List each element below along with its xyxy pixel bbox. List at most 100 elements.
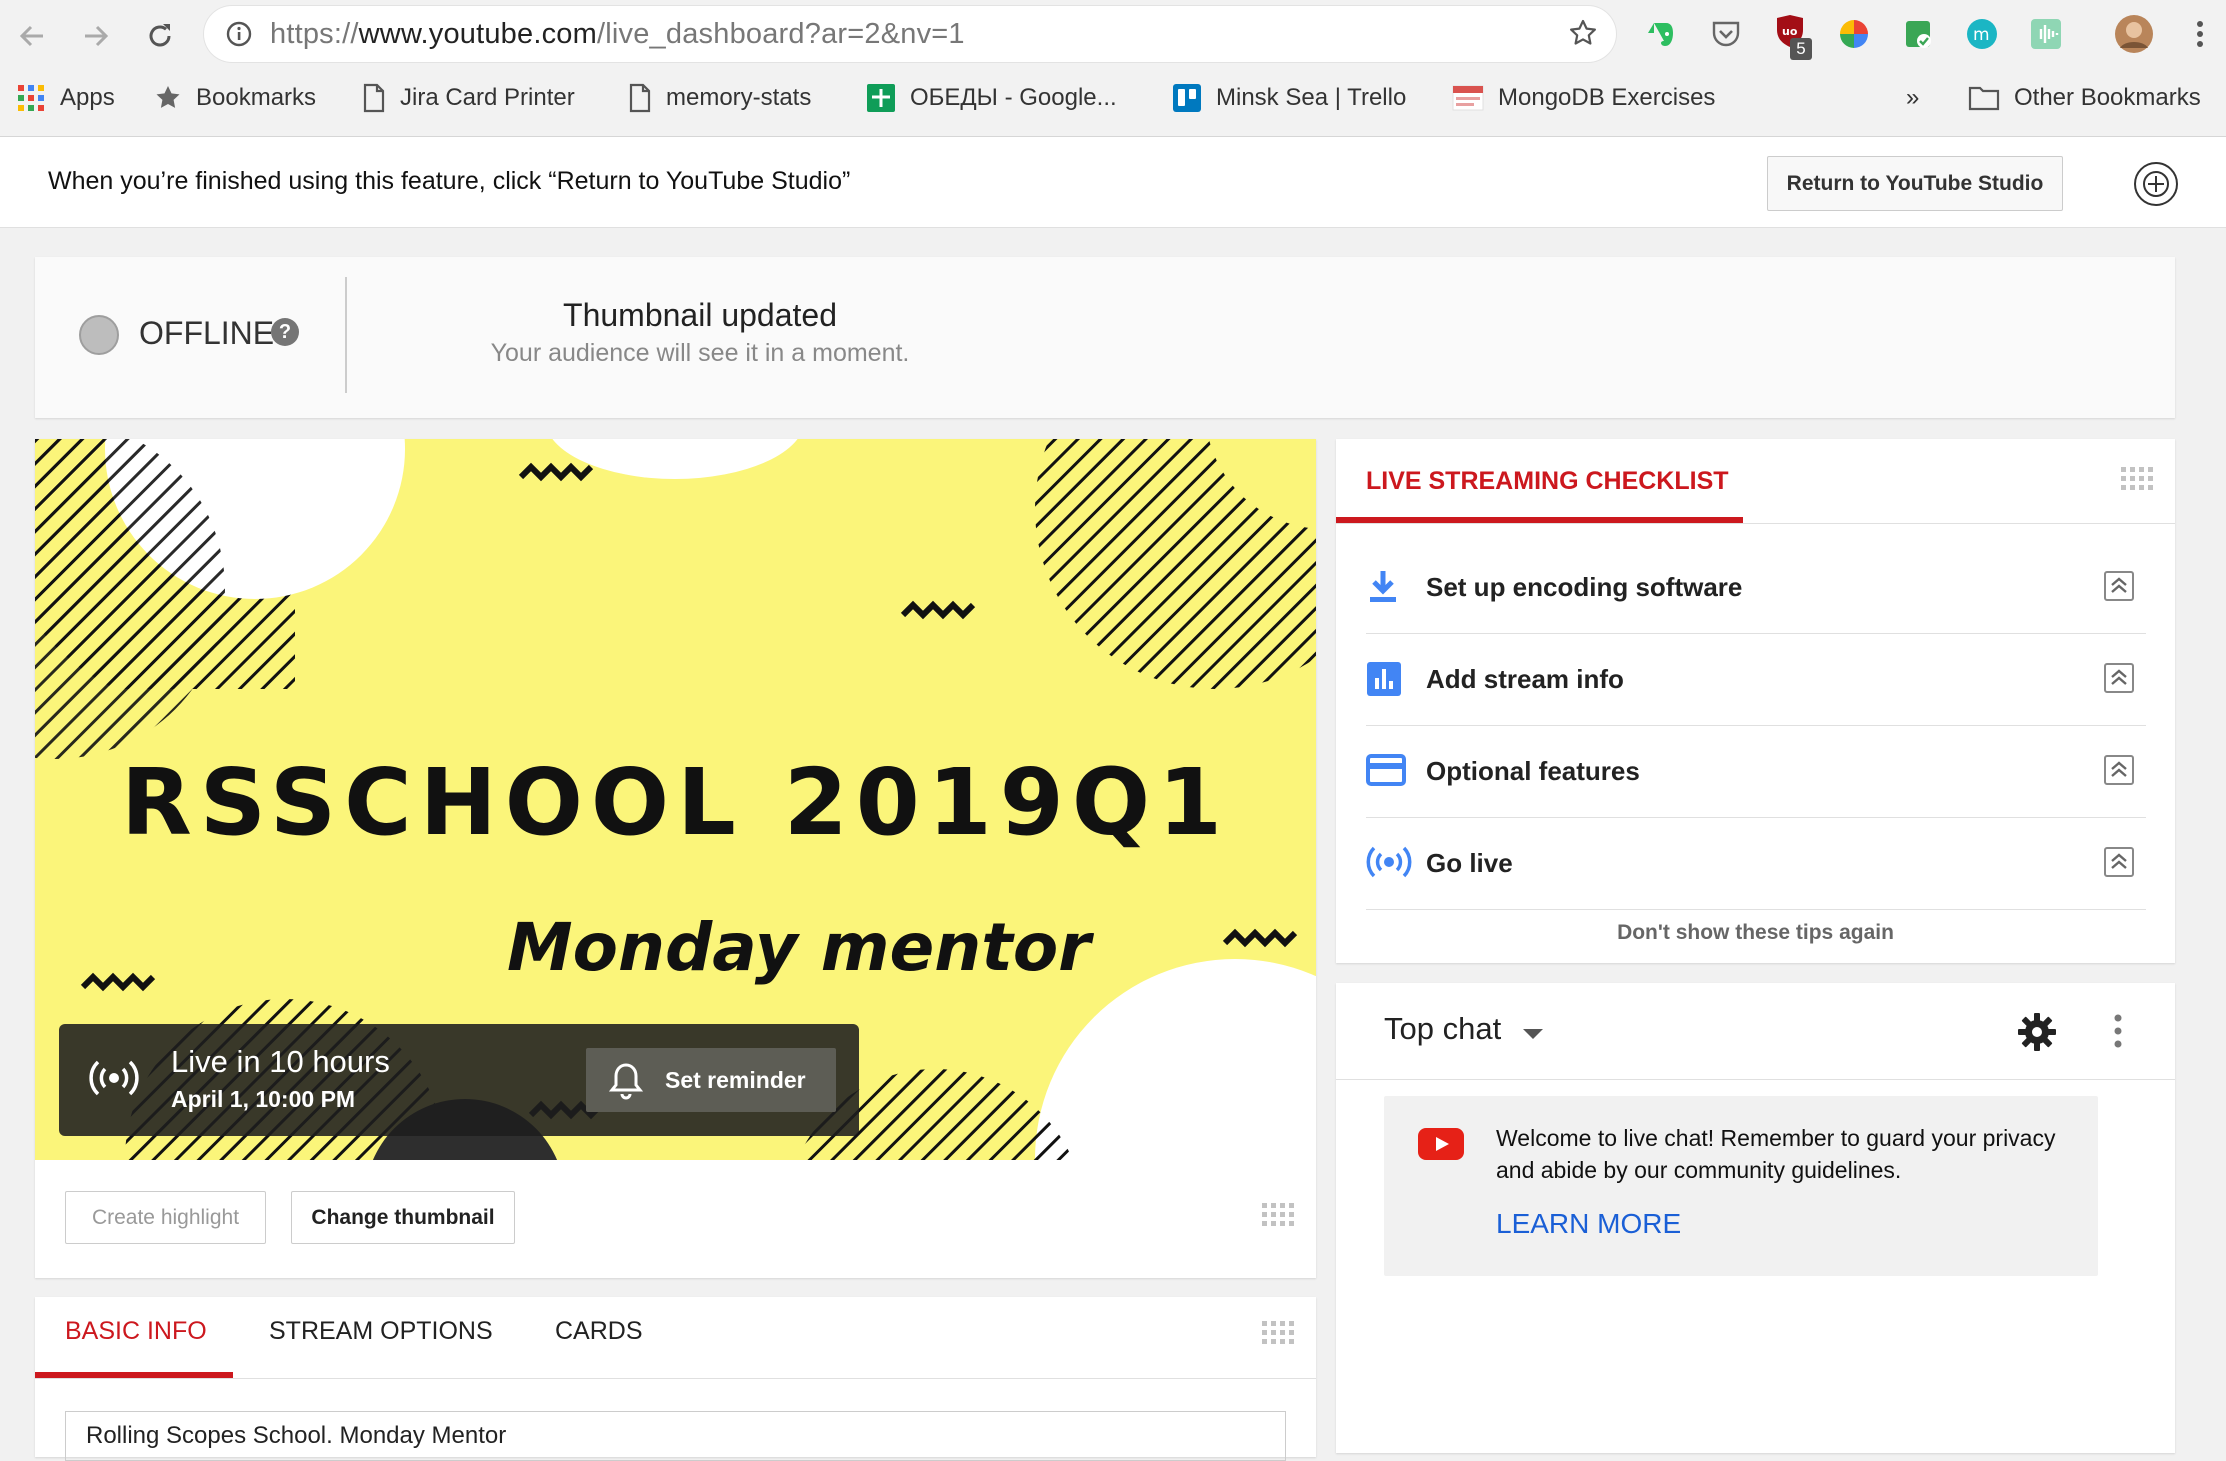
stream-status-panel: OFFLINE ? Thumbnail updated Your audienc… bbox=[35, 257, 2175, 418]
checklist-item-stream-info[interactable]: Add stream info bbox=[1366, 633, 2146, 726]
bookmark-obedy[interactable]: ОБЕДЫ - Google... bbox=[866, 76, 1117, 120]
learn-more-link[interactable]: LEARN MORE bbox=[1496, 1208, 1681, 1240]
welcome-text: Welcome to live chat! Remember to guard … bbox=[1496, 1125, 2056, 1183]
collapse-toggle-icon[interactable] bbox=[2104, 571, 2134, 601]
browser-chrome: https://www.youtube.com/live_dashboard?a… bbox=[0, 0, 2226, 137]
checklist-item-label: Set up encoding software bbox=[1426, 572, 1743, 602]
svg-text:uo: uo bbox=[1782, 25, 1798, 38]
checklist-item-go-live[interactable]: Go live bbox=[1366, 817, 2146, 910]
dismiss-tips-link[interactable]: Don't show these tips again bbox=[1336, 921, 2175, 945]
stream-thumbnail[interactable]: RSSCHOOL 2019Q1 Monday mentor Live in 10… bbox=[35, 439, 1316, 1160]
youtube-logo-icon bbox=[1418, 1128, 1464, 1165]
bookmark-label: ОБЕДЫ - Google... bbox=[910, 84, 1117, 111]
stream-preview-panel: RSSCHOOL 2019Q1 Monday mentor Live in 10… bbox=[35, 439, 1316, 1278]
m-ext-icon[interactable]: m bbox=[1962, 14, 2002, 54]
chevron-down-icon[interactable] bbox=[1522, 1027, 1544, 1045]
drag-handle-icon[interactable] bbox=[1262, 1203, 1294, 1226]
bookmark-label: memory-stats bbox=[666, 84, 812, 111]
checklist-item-label: Add stream info bbox=[1426, 664, 1624, 694]
chat-welcome-message: Welcome to live chat! Remember to guard … bbox=[1384, 1096, 2098, 1276]
status-divider bbox=[345, 277, 347, 393]
bookmark-label: Jira Card Printer bbox=[400, 84, 575, 111]
address-bar[interactable]: https://www.youtube.com/live_dashboard?a… bbox=[204, 6, 1616, 62]
checklist-item-optional-features[interactable]: Optional features bbox=[1366, 725, 2146, 818]
ublock-badge: 5 bbox=[1790, 38, 1812, 60]
chat-header-divider bbox=[1336, 1079, 2175, 1080]
checklist-title: LIVE STREAMING CHECKLIST bbox=[1366, 467, 1729, 495]
svg-text:m: m bbox=[1973, 25, 1990, 45]
live-countdown: Live in 10 hours bbox=[171, 1044, 390, 1079]
collapse-toggle-icon[interactable] bbox=[2104, 755, 2134, 785]
bookmark-apps[interactable]: Apps bbox=[16, 76, 115, 120]
trello-icon bbox=[1172, 83, 1202, 113]
bar-chart-icon bbox=[1366, 661, 1402, 702]
info-icon[interactable] bbox=[226, 21, 252, 52]
card-icon bbox=[1366, 753, 1406, 792]
drag-handle-icon[interactable] bbox=[2121, 467, 2153, 490]
live-chat-panel: Top chat Welcome to live chat! Remember … bbox=[1336, 983, 2175, 1453]
thumbnail-subtitle: Monday mentor bbox=[507, 909, 1091, 986]
audio-ext-icon[interactable] bbox=[2026, 14, 2066, 54]
bookmark-mongodb-exercises[interactable]: MongoDB Exercises bbox=[1452, 76, 1715, 120]
tab-basic-info[interactable]: BASIC INFO bbox=[65, 1317, 207, 1373]
more-vert-icon[interactable] bbox=[2112, 1011, 2124, 1056]
collapse-toggle-icon[interactable] bbox=[2104, 847, 2134, 877]
forward-button[interactable] bbox=[74, 14, 118, 58]
tab-stream-options[interactable]: STREAM OPTIONS bbox=[269, 1317, 493, 1373]
thumbnail-title: RSSCHOOL 2019Q1 bbox=[120, 749, 1231, 856]
stream-title-input[interactable]: Rolling Scopes School. Monday Mentor bbox=[65, 1411, 1286, 1461]
bookmark-star-icon[interactable] bbox=[1568, 18, 1598, 53]
evernote-icon[interactable] bbox=[1642, 14, 1682, 54]
studio-notice-bar: When you’re finished using this feature,… bbox=[0, 137, 2226, 228]
notice-text: When you’re finished using this feature,… bbox=[48, 167, 851, 195]
download-icon bbox=[1366, 569, 1400, 610]
bookmark-label: MongoDB Exercises bbox=[1498, 84, 1716, 111]
back-button[interactable] bbox=[10, 14, 54, 58]
folder-icon bbox=[1968, 84, 2000, 112]
star-icon bbox=[154, 84, 182, 112]
page-icon bbox=[628, 83, 652, 113]
bell-icon bbox=[608, 1062, 644, 1105]
reload-button[interactable] bbox=[138, 14, 182, 58]
checklist-item-label: Go live bbox=[1426, 848, 1513, 878]
collapse-toggle-icon[interactable] bbox=[2104, 663, 2134, 693]
bookmarks-overflow-button[interactable]: » bbox=[1906, 76, 1919, 120]
clipboard-ext-icon[interactable] bbox=[1898, 14, 1938, 54]
gear-icon[interactable] bbox=[2016, 1011, 2058, 1058]
tab-cards[interactable]: CARDS bbox=[555, 1317, 643, 1373]
live-streaming-checklist: LIVE STREAMING CHECKLIST Set up encoding… bbox=[1336, 439, 2175, 963]
bookmark-jira-card-printer[interactable]: Jira Card Printer bbox=[362, 76, 575, 120]
return-to-studio-button[interactable]: Return to YouTube Studio bbox=[1767, 156, 2063, 211]
checklist-item-encoding[interactable]: Set up encoding software bbox=[1366, 541, 2146, 634]
back-arrow-icon bbox=[19, 25, 43, 47]
channel-avatar[interactable] bbox=[2134, 162, 2178, 206]
live-schedule-overlay: Live in 10 hours April 1, 10:00 PM Set r… bbox=[59, 1024, 859, 1136]
set-reminder-button[interactable]: Set reminder bbox=[586, 1048, 836, 1112]
profile-avatar-icon[interactable] bbox=[2114, 14, 2154, 54]
checklist-item-label: Optional features bbox=[1426, 756, 1640, 786]
live-date: April 1, 10:00 PM bbox=[171, 1086, 356, 1112]
change-thumbnail-button[interactable]: Change thumbnail bbox=[291, 1191, 515, 1244]
bookmark-label: Minsk Sea | Trello bbox=[1216, 84, 1407, 111]
apps-grid-icon bbox=[16, 83, 46, 113]
bookmark-label: Bookmarks bbox=[196, 84, 317, 111]
page-icon bbox=[362, 83, 386, 113]
google-sheets-icon bbox=[866, 83, 896, 113]
bookmark-label: Other Bookmarks bbox=[2014, 84, 2201, 111]
drag-handle-icon[interactable] bbox=[1262, 1321, 1294, 1344]
broadcast-icon bbox=[1366, 845, 1412, 884]
bookmark-bookmarks[interactable]: Bookmarks bbox=[154, 76, 316, 120]
other-bookmarks[interactable]: Other Bookmarks bbox=[1968, 76, 2201, 120]
tabs-divider bbox=[35, 1378, 1316, 1379]
color-picker-ext-icon[interactable] bbox=[1834, 14, 1874, 54]
forward-arrow-icon bbox=[85, 25, 109, 47]
create-highlight-button[interactable]: Create highlight bbox=[65, 1191, 266, 1244]
bookmark-minsk-sea-trello[interactable]: Minsk Sea | Trello bbox=[1172, 76, 1406, 120]
browser-menu-icon[interactable] bbox=[2180, 14, 2220, 54]
checklist-divider bbox=[1336, 523, 2175, 524]
url-text[interactable]: https://www.youtube.com/live_dashboard?a… bbox=[270, 18, 965, 51]
bookmark-memory-stats[interactable]: memory-stats bbox=[628, 76, 811, 120]
mongodb-icon bbox=[1452, 83, 1484, 113]
pocket-icon[interactable] bbox=[1706, 14, 1746, 54]
chat-mode-dropdown[interactable]: Top chat bbox=[1384, 1011, 1501, 1047]
